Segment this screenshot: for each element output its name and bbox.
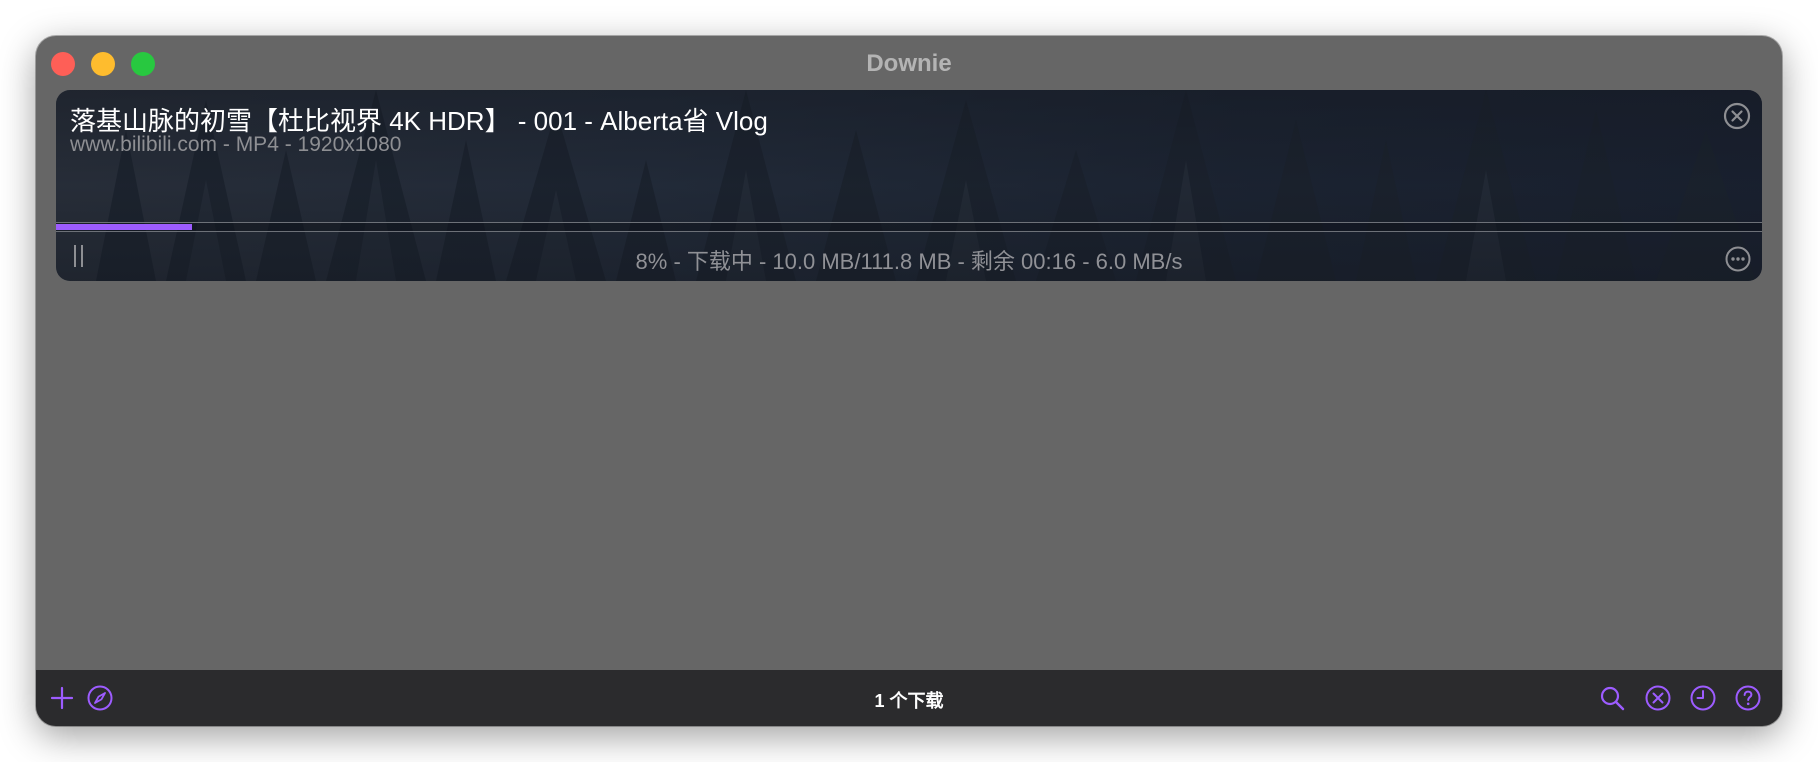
clear-downloads-button[interactable] <box>1644 684 1672 712</box>
help-icon <box>1735 685 1761 711</box>
remove-download-button[interactable] <box>1722 101 1752 131</box>
history-button[interactable] <box>1689 684 1717 712</box>
download-count: 1 个下载 <box>874 691 944 711</box>
more-options-button[interactable] <box>1724 245 1752 273</box>
history-icon <box>1690 685 1716 711</box>
close-circle-icon <box>1723 102 1751 130</box>
downie-window: Downie 落基山脉的初雪【杜比视界 4K HDR】 - 001 - Albe… <box>36 36 1782 726</box>
clear-icon <box>1645 685 1671 711</box>
download-progress-fill <box>56 224 193 230</box>
download-source-info: www.bilibili.com - MP4 - 1920x1080 <box>70 133 402 156</box>
download-item[interactable]: 落基山脉的初雪【杜比视界 4K HDR】 - 001 - Alberta省 Vl… <box>56 90 1762 281</box>
search-button[interactable] <box>1598 684 1626 712</box>
window-title: Downie <box>866 50 952 77</box>
search-icon <box>1600 686 1625 711</box>
bottom-toolbar: 1 个下载 <box>36 670 1782 726</box>
download-progress-bar <box>56 222 1762 232</box>
ellipsis-circle-icon <box>1725 246 1751 272</box>
download-status: 8% - 下载中 - 10.0 MB/111.8 MB - 剩余 00:16 -… <box>635 249 1183 274</box>
help-button[interactable] <box>1734 684 1762 712</box>
title-bar: Downie <box>36 36 1782 90</box>
